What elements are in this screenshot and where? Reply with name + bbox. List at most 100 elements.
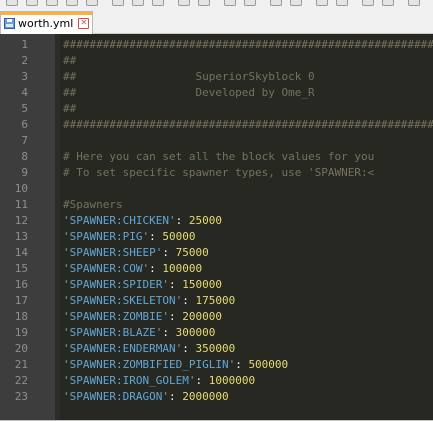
code-line: 'SPAWNER:ZOMBIFIED_PIGLIN': 500000 <box>63 357 288 373</box>
yaml-value: 350000 <box>195 342 236 355</box>
line-number: 3 <box>21 70 28 83</box>
line-number: 12 <box>14 214 28 227</box>
code-line: 'SPAWNER:SPIDER': 150000 <box>63 277 222 293</box>
toolbar-button[interactable] <box>112 0 124 6</box>
code-line: # To set specific spawner types, use 'SP… <box>63 165 374 181</box>
toolbar-button[interactable] <box>336 0 348 6</box>
code-line: ########################################… <box>63 37 433 53</box>
line-number: 7 <box>21 134 28 147</box>
code-line: ## SuperiorSkyblock 0 <box>63 69 315 85</box>
line-number: 17 <box>14 294 28 307</box>
comment-text: ########################################… <box>63 38 433 51</box>
yaml-key: 'SPAWNER:SHEEP' <box>63 246 163 259</box>
line-number: 23 <box>14 390 28 403</box>
comment-text: # To set specific spawner types, use 'SP… <box>63 166 375 179</box>
toolbar-button[interactable] <box>132 0 144 6</box>
code-line: 'SPAWNER:BLAZE': 300000 <box>63 325 215 341</box>
yaml-separator: : <box>168 310 183 323</box>
yaml-key: 'SPAWNER:IRON_GOLEM' <box>63 374 196 387</box>
toolbar-button[interactable] <box>362 0 374 6</box>
line-number: 13 <box>14 230 28 243</box>
line-number: 6 <box>21 118 28 131</box>
toolbar-button[interactable] <box>66 0 78 6</box>
toolbar-button[interactable] <box>26 0 38 6</box>
close-icon[interactable]: ✕ <box>78 17 90 29</box>
yaml-value: 175000 <box>195 294 236 307</box>
line-number: 1 <box>21 38 28 51</box>
line-number: 11 <box>14 198 28 211</box>
comment-text: ## Developed by Ome_R <box>63 86 315 99</box>
line-number: 22 <box>14 374 28 387</box>
yaml-separator: : <box>182 342 196 355</box>
yaml-separator: : <box>168 278 183 291</box>
yaml-separator: : <box>175 214 189 227</box>
tab-bar: worth.yml ✕ <box>0 8 433 34</box>
line-number: 19 <box>14 326 28 339</box>
line-number: 21 <box>14 358 28 371</box>
yaml-key: 'SPAWNER:SPIDER' <box>63 278 169 291</box>
comment-text: ## <box>63 102 77 115</box>
yaml-key: 'SPAWNER:DRAGON' <box>63 390 169 403</box>
yaml-value: 200000 <box>182 310 222 323</box>
yaml-value: 50000 <box>162 230 196 243</box>
yaml-value: 150000 <box>182 278 222 291</box>
code-line: 'SPAWNER:ZOMBIE': 200000 <box>63 309 222 325</box>
toolbar-button[interactable] <box>316 0 328 6</box>
toolbar-button[interactable] <box>290 0 302 6</box>
toolbar-button[interactable] <box>46 0 58 6</box>
line-number: 20 <box>14 342 28 355</box>
yaml-key: 'SPAWNER:BLAZE' <box>63 326 163 339</box>
yaml-value: 25000 <box>188 214 222 227</box>
code-line: # Here you can set all the block values … <box>63 149 374 165</box>
toolbar-button[interactable] <box>86 0 98 6</box>
fold-margin <box>55 34 60 420</box>
yaml-key: 'SPAWNER:CHICKEN' <box>63 214 176 227</box>
line-number: 4 <box>21 86 28 99</box>
save-icon <box>4 17 15 29</box>
toolbar-button[interactable] <box>224 0 236 6</box>
toolbar-button[interactable] <box>270 0 282 6</box>
tab-worth-yml[interactable]: worth.yml ✕ <box>0 11 94 34</box>
tab-active-indicator <box>1 12 93 15</box>
comment-text: ## SuperiorSkyblock 0 <box>63 70 315 83</box>
line-number: 9 <box>21 166 28 179</box>
code-line: 'SPAWNER:PIG': 50000 <box>63 229 195 245</box>
toolbar-button[interactable] <box>408 0 420 6</box>
line-number: 15 <box>14 262 28 275</box>
code-line: 'SPAWNER:SHEEP': 75000 <box>63 245 209 261</box>
yaml-value: 500000 <box>248 358 289 371</box>
line-number: 14 <box>14 246 28 259</box>
yaml-key: 'SPAWNER:ENDERMAN' <box>63 342 183 355</box>
code-line: 'SPAWNER:DRAGON': 2000000 <box>63 389 229 405</box>
yaml-key: 'SPAWNER:SKELETON' <box>63 294 183 307</box>
toolbar-button[interactable] <box>152 0 164 6</box>
code-line: #Spawners <box>63 197 123 213</box>
line-number: 10 <box>14 182 28 195</box>
toolbar-button[interactable] <box>178 0 190 6</box>
code-line: ## Developed by Ome_R <box>63 85 315 101</box>
yaml-key: 'SPAWNER:PIG' <box>63 230 150 243</box>
yaml-value: 75000 <box>175 246 209 259</box>
yaml-separator: : <box>162 326 176 339</box>
line-number: 2 <box>21 54 28 67</box>
tab-label: worth.yml <box>18 16 74 30</box>
toolbar-button[interactable] <box>198 0 210 6</box>
yaml-separator: : <box>149 262 163 275</box>
yaml-key: 'SPAWNER:ZOMBIE' <box>63 310 169 323</box>
toolbar-button[interactable] <box>6 0 18 6</box>
code-editor[interactable]: 1 #######################################… <box>0 34 433 420</box>
yaml-separator: : <box>149 230 163 243</box>
code-line: 'SPAWNER:SKELETON': 175000 <box>63 293 235 309</box>
yaml-separator: : <box>195 374 209 387</box>
yaml-separator: : <box>162 246 176 259</box>
code-line: 'SPAWNER:COW': 100000 <box>63 261 202 277</box>
yaml-key: 'SPAWNER:ZOMBIFIED_PIGLIN' <box>63 358 236 371</box>
toolbar-button[interactable] <box>244 0 256 6</box>
toolbar <box>0 0 433 8</box>
yaml-separator: : <box>168 390 183 403</box>
code-line: 'SPAWNER:IRON_GOLEM': 1000000 <box>63 373 255 389</box>
toolbar-button[interactable] <box>382 0 394 6</box>
yaml-value: 100000 <box>162 262 203 275</box>
line-number: 5 <box>21 102 28 115</box>
yaml-value: 2000000 <box>182 390 229 403</box>
